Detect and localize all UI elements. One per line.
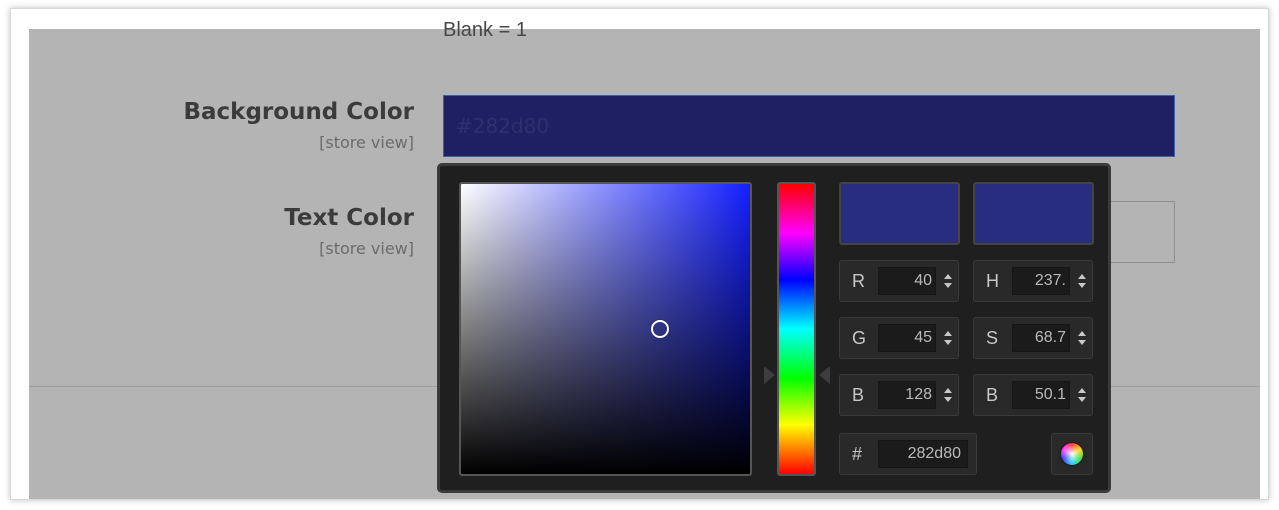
background-color-input[interactable]: #282d80	[443, 95, 1175, 157]
settings-panel: Blank = 1 Background Color [store view] …	[10, 8, 1269, 500]
green-field: G 45	[839, 317, 959, 359]
clipped-hint-text: Blank = 1	[443, 19, 527, 41]
color-picker-popup: R 40 G 45 B 128 H 237. S 68.7 B 50.1 # 2…	[437, 163, 1111, 493]
saturation-field: S 68.7	[973, 317, 1093, 359]
hue-stepper-icon[interactable]	[1078, 274, 1086, 288]
red-field: R 40	[839, 260, 959, 302]
red-label: R	[852, 271, 865, 291]
saturation-brightness-area[interactable]	[459, 182, 752, 476]
blue-input[interactable]: 128	[878, 381, 936, 409]
hue-field: H 237.	[973, 260, 1093, 302]
brightness-label: B	[986, 385, 999, 405]
blue-field: B 128	[839, 374, 959, 416]
brightness-stepper-icon[interactable]	[1078, 388, 1086, 402]
background-color-scope: [store view]	[319, 133, 414, 152]
saturation-input[interactable]: 68.7	[1012, 324, 1070, 352]
current-color-swatch[interactable]	[973, 182, 1094, 245]
hex-input[interactable]: 282d80	[878, 440, 968, 468]
hue-slider[interactable]	[777, 182, 816, 476]
hue-label: H	[986, 271, 999, 291]
background-color-label: Background Color	[183, 99, 414, 125]
hue-slider-right-arrow[interactable]	[819, 366, 830, 385]
hex-label: #	[852, 444, 863, 464]
black-gradient-layer	[461, 184, 750, 474]
red-input[interactable]: 40	[878, 267, 936, 295]
brightness-input[interactable]: 50.1	[1012, 381, 1070, 409]
blue-stepper-icon[interactable]	[944, 388, 952, 402]
blue-label: B	[852, 385, 865, 405]
red-stepper-icon[interactable]	[944, 274, 952, 288]
green-input[interactable]: 45	[878, 324, 936, 352]
green-label: G	[852, 328, 867, 348]
text-color-label: Text Color	[284, 205, 414, 231]
hex-field: # 282d80	[839, 433, 977, 475]
hue-slider-left-arrow[interactable]	[764, 366, 775, 385]
brightness-field: B 50.1	[973, 374, 1093, 416]
new-color-swatch	[839, 182, 960, 245]
color-wheel-button[interactable]	[1051, 433, 1093, 475]
background-color-value: #282d80	[456, 114, 550, 138]
color-wheel-icon	[1061, 443, 1083, 465]
green-stepper-icon[interactable]	[944, 331, 952, 345]
hue-input[interactable]: 237.	[1012, 267, 1070, 295]
text-color-scope: [store view]	[319, 239, 414, 258]
saturation-label: S	[986, 328, 999, 348]
color-selector-cursor[interactable]	[650, 319, 669, 338]
saturation-stepper-icon[interactable]	[1078, 331, 1086, 345]
